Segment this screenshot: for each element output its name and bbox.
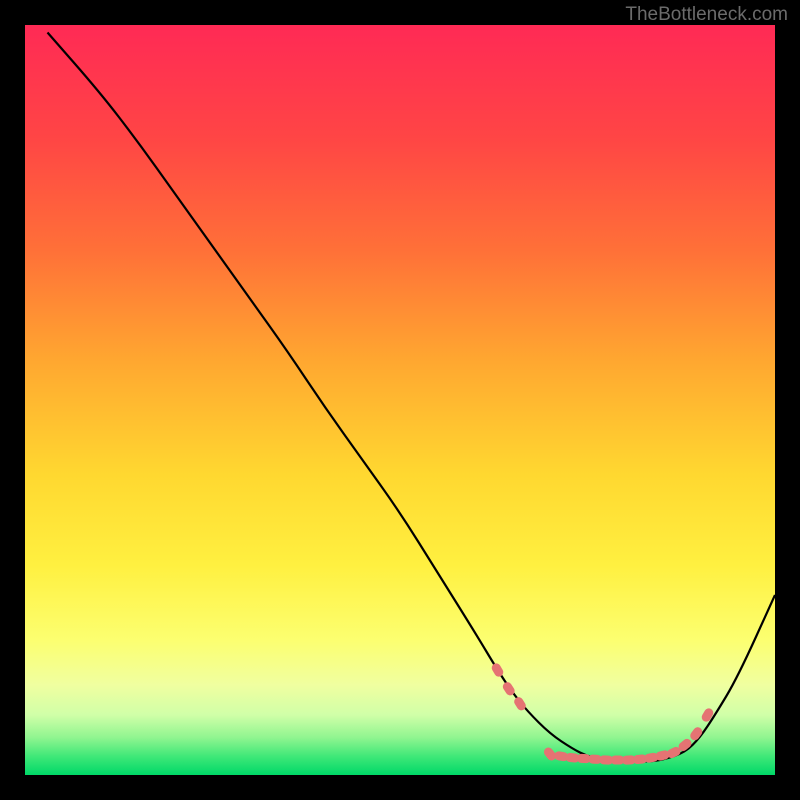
chart-container: TheBottleneck.com <box>0 0 800 800</box>
attribution-text: TheBottleneck.com <box>625 4 788 26</box>
gradient-background <box>25 25 775 775</box>
plot-area <box>25 25 775 775</box>
